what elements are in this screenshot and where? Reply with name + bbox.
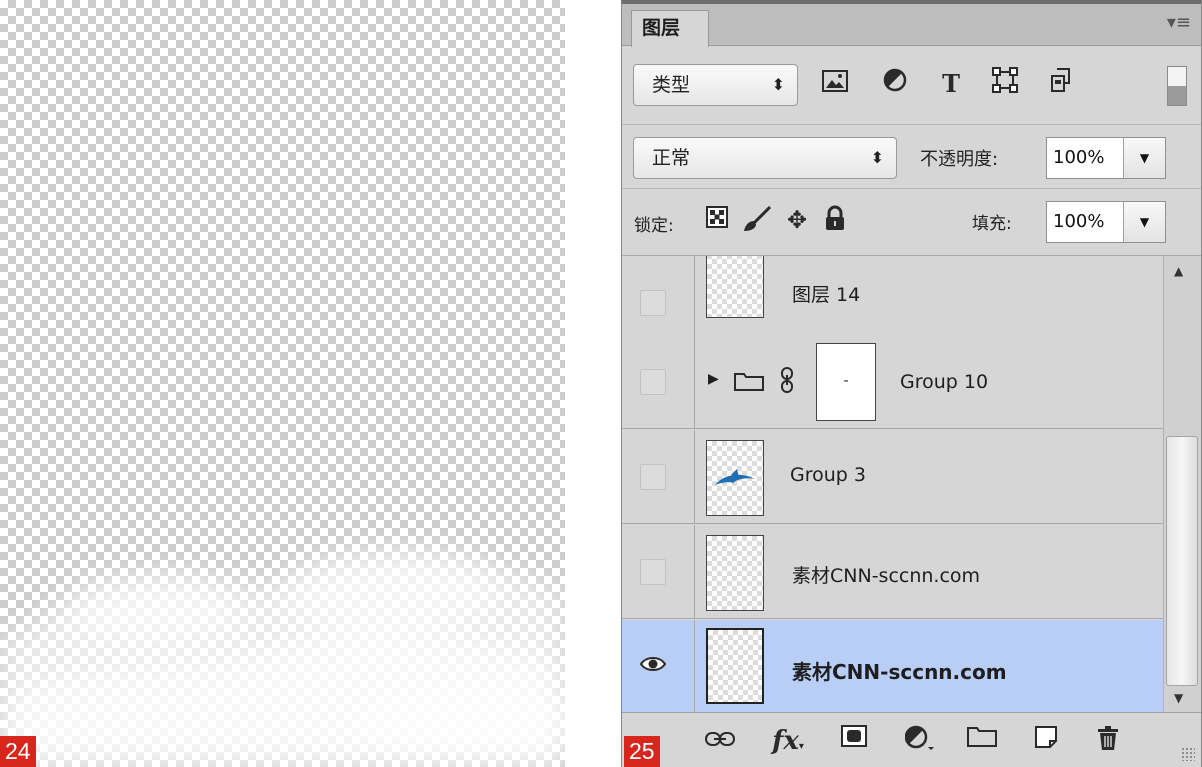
figure-number-24: 24	[0, 736, 36, 767]
filter-row: 类型 ⬍ T	[622, 54, 1201, 114]
layer-list: 图层 14 ▶ - Group 10 Group 3 素材CNN-sccnn.c…	[622, 255, 1201, 712]
blend-row: 正常 ⬍ 不透明度: 100% ▼	[622, 124, 1201, 186]
fx-icon[interactable]: fx▾	[772, 725, 804, 757]
scroll-up-arrow-icon[interactable]: ▲	[1174, 264, 1183, 278]
layer-row[interactable]: ▶ - Group 10	[622, 335, 1163, 429]
lock-row: 锁定: ✥ 填充: 100% ▼	[622, 188, 1201, 250]
lock-label: 锁定:	[634, 216, 674, 236]
smart-object-filter-icon[interactable]	[1044, 67, 1078, 101]
select-arrows-icon: ⬍	[771, 75, 785, 94]
fill-label: 填充:	[972, 214, 1012, 234]
lock-position-icon[interactable]: ✥	[782, 205, 812, 235]
layer-name: Group 3	[790, 464, 866, 486]
layer-row[interactable]: Group 3	[622, 430, 1163, 524]
lock-image-pixels-icon[interactable]	[742, 205, 772, 235]
layer-name: Group 10	[900, 371, 989, 393]
lock-transparent-pixels-icon[interactable]	[702, 205, 732, 235]
layer-list-scrollbar[interactable]: ▲ ▼	[1163, 256, 1201, 712]
resize-grip-icon[interactable]	[1181, 747, 1195, 761]
visibility-toggle[interactable]	[640, 464, 666, 490]
filter-kind-select[interactable]: 类型 ⬍	[633, 64, 798, 106]
layer-name: 图层 14	[792, 284, 861, 306]
layer-row-selected[interactable]: 素材CNN-sccnn.com	[622, 620, 1163, 712]
layers-panel: 图层 ▾≡ 类型 ⬍ T 正常 ⬍ 不透明度: 100% ▼ 锁定: ✥ 填充:…	[621, 0, 1202, 767]
shape-filter-icon[interactable]	[988, 67, 1022, 101]
row-divider	[694, 430, 695, 524]
visibility-toggle[interactable]	[640, 559, 666, 585]
blend-mode-select[interactable]: 正常 ⬍	[633, 137, 897, 179]
layer-thumbnail	[706, 535, 764, 611]
delete-layer-icon[interactable]	[1092, 725, 1124, 757]
select-arrows-icon: ⬍	[870, 148, 884, 167]
visibility-toggle[interactable]	[640, 290, 666, 316]
link-layers-icon[interactable]	[704, 725, 736, 757]
type-filter-icon[interactable]: T	[934, 67, 968, 101]
layer-thumbnail	[706, 440, 764, 516]
new-layer-icon[interactable]	[1030, 725, 1062, 757]
layer-thumbnail	[706, 628, 764, 704]
filter-kind-label: 类型	[652, 74, 691, 96]
scrollbar-thumb[interactable]	[1166, 436, 1198, 686]
tab-layers[interactable]: 图层	[631, 10, 709, 47]
layer-row[interactable]: 素材CNN-sccnn.com	[622, 525, 1163, 619]
fill-value: 100%	[1053, 211, 1105, 232]
fill-dropdown-icon[interactable]: ▼	[1123, 202, 1165, 242]
fill-field[interactable]: 100% ▼	[1046, 201, 1166, 243]
visibility-eye-icon[interactable]	[639, 654, 667, 680]
filter-toggle-switch[interactable]	[1167, 66, 1187, 106]
row-divider	[694, 335, 695, 429]
image-filter-icon[interactable]	[818, 67, 852, 101]
folder-icon	[734, 371, 764, 395]
scroll-down-arrow-icon[interactable]: ▼	[1174, 691, 1183, 705]
expand-triangle-icon[interactable]: ▶	[708, 371, 719, 387]
layer-name: 素材CNN-sccnn.com	[792, 660, 1007, 684]
figure-number-25: 25	[624, 736, 660, 767]
adjustment-layer-icon[interactable]	[904, 725, 936, 757]
visibility-toggle[interactable]	[640, 369, 666, 395]
layers-bottom-toolbar: fx▾	[622, 712, 1201, 767]
opacity-dropdown-icon[interactable]: ▼	[1123, 138, 1165, 178]
layer-thumbnail	[706, 256, 764, 318]
opacity-label: 不透明度:	[920, 149, 999, 170]
lock-all-icon[interactable]	[820, 205, 850, 235]
panel-menu-icon[interactable]: ▾≡	[1167, 12, 1191, 33]
cloud-mist-image	[0, 550, 565, 767]
blend-mode-label: 正常	[652, 147, 691, 169]
layer-name: 素材CNN-sccnn.com	[792, 565, 981, 587]
mask-link-icon[interactable]	[779, 367, 795, 397]
row-divider	[694, 525, 695, 619]
transparent-canvas: 24	[0, 0, 565, 767]
new-group-icon[interactable]	[966, 725, 998, 757]
add-mask-icon[interactable]	[838, 725, 870, 757]
dolphin-shape-icon	[715, 469, 755, 485]
layer-mask-thumbnail: -	[816, 343, 876, 421]
row-divider	[694, 620, 695, 712]
panel-tab-bar: 图层 ▾≡	[622, 4, 1201, 47]
adjustment-filter-icon[interactable]	[878, 67, 912, 101]
opacity-field[interactable]: 100% ▼	[1046, 137, 1166, 179]
opacity-value: 100%	[1053, 147, 1105, 168]
fx-label: fx	[772, 726, 799, 756]
